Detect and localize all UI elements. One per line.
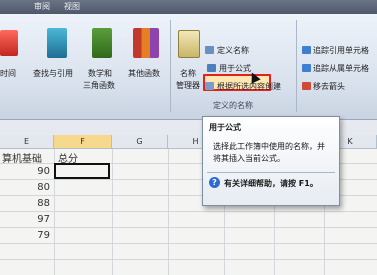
column-header-e[interactable]: E [0,135,54,149]
column-header-g[interactable]: G [112,135,168,149]
name-manager-button[interactable]: 名称 [180,68,196,79]
tooltip-help-text: 有关详细帮助，请按 F1。 [224,179,318,188]
cell-value[interactable]: 97 [6,214,50,225]
tooltip-title: 用于公式 [209,123,241,132]
date-time-button[interactable]: 时间 [0,68,16,79]
column-header-f[interactable]: F [54,135,112,149]
define-name-button[interactable]: 定义名称 [217,45,249,56]
define-name-icon [205,46,214,54]
grid-line [0,227,377,228]
use-in-formula-button[interactable]: 用于公式 [219,63,251,74]
tab-review[interactable]: 审阅 [34,1,50,12]
ribbon-tab-bar: 审阅 视图 [0,0,377,14]
more-functions-icon [133,28,159,58]
selected-cell[interactable] [54,163,110,179]
name-manager-button-line2[interactable]: 管理器 [176,80,200,91]
math-trig-icon [92,28,112,58]
ribbon-formulas: 时间 查找与引用 数学和 三角函数 其他函数 名称 管理器 定义名称 用于公式 … [0,14,377,119]
lookup-reference-icon [47,28,67,58]
cell-e-header[interactable]: 算机基础 [2,150,42,165]
tooltip-description: 选择此工作簿中使用的名称，并将其插入当前公式。 [213,142,325,163]
cell-value[interactable]: 79 [6,230,50,241]
help-icon: ? [209,177,220,188]
tooltip-divider [207,172,335,173]
calendar-clock-icon [0,30,18,56]
remove-arrows-button[interactable]: 移去箭头 [313,81,345,92]
create-from-selection-button[interactable]: 根据所选内容创建 [217,81,281,92]
group-separator [296,20,297,112]
grid-line [112,149,113,275]
trace-dependents-button[interactable]: 追踪从属单元格 [313,63,369,74]
defined-names-group-label: 定义的名称 [213,101,253,110]
grid-line [0,211,377,212]
use-in-formula-icon [207,64,216,72]
trace-precedents-button[interactable]: 追踪引用单元格 [313,45,369,56]
name-manager-icon [178,30,200,58]
grid-line [168,149,169,275]
use-in-formula-tooltip: 用于公式 选择此工作簿中使用的名称，并将其插入当前公式。 ? 有关详细帮助，请按… [202,116,340,206]
lookup-reference-button[interactable]: 查找与引用 [33,68,73,79]
create-from-selection-icon [205,82,214,90]
more-functions-button[interactable]: 其他函数 [128,68,160,79]
trace-dependents-icon [302,64,311,72]
trace-precedents-icon [302,46,311,54]
grid-line [0,259,377,260]
group-separator [170,20,171,112]
math-trig-button-line2[interactable]: 三角函数 [83,80,115,91]
grid-line [0,243,377,244]
tab-view[interactable]: 视图 [64,1,80,12]
cell-value[interactable]: 90 [6,166,50,177]
math-trig-button[interactable]: 数学和 [88,68,112,79]
cell-value[interactable]: 80 [6,182,50,193]
cell-value[interactable]: 88 [6,198,50,209]
remove-arrows-icon [302,82,311,90]
